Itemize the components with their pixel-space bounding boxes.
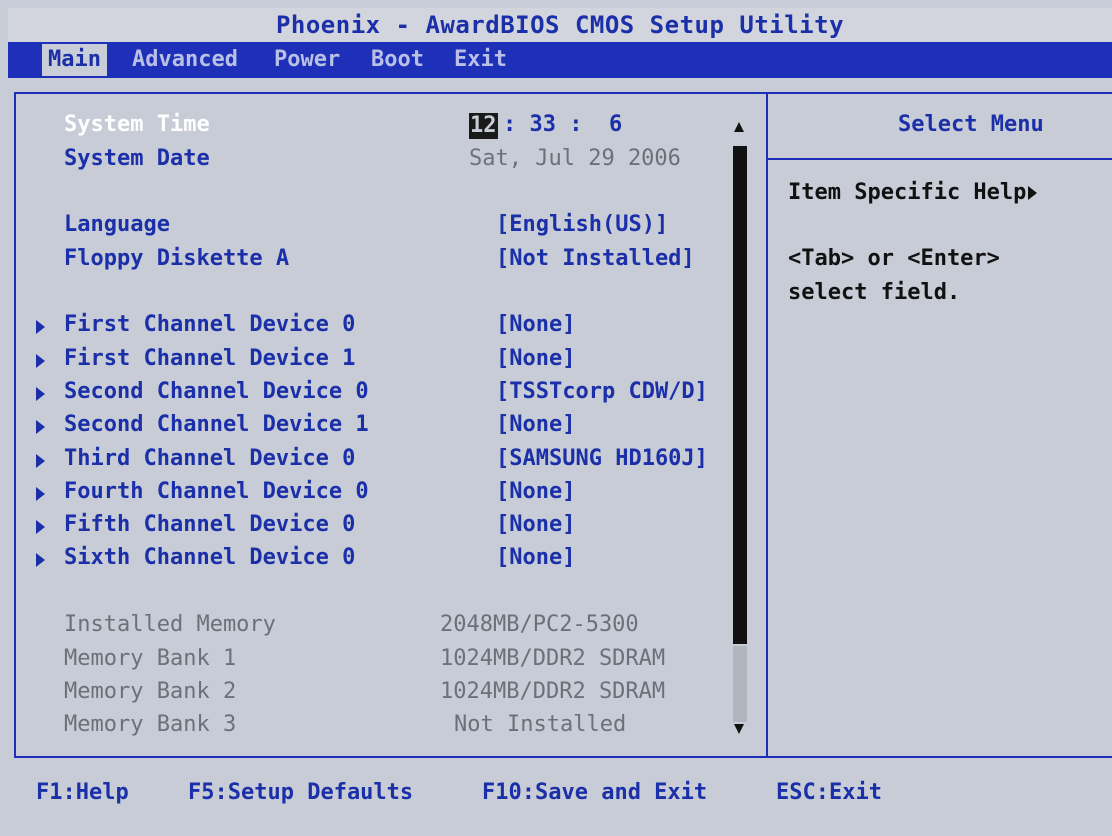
floppy-label[interactable]: Floppy Diskette A — [64, 246, 289, 271]
device-label[interactable]: Second Channel Device 1 — [64, 412, 369, 437]
footer-save-exit[interactable]: F10:Save and Exit — [482, 780, 707, 805]
footer-bar: F1:Help F5:Setup Defaults F10:Save and E… — [8, 770, 1112, 836]
help-line-1: <Tab> or <Enter> — [788, 246, 1000, 271]
item-help-title: Item Specific Help — [788, 180, 1038, 205]
device-value[interactable]: [None] — [496, 545, 575, 570]
footer-exit[interactable]: ESC:Exit — [776, 780, 882, 805]
title-bar: Phoenix - AwardBIOS CMOS Setup Utility — [8, 8, 1112, 42]
system-date-value[interactable]: Sat, Jul 29 2006 — [469, 146, 681, 171]
scrollbar-thumb[interactable] — [733, 146, 747, 644]
help-divider — [768, 158, 1112, 160]
memory-label: Memory Bank 2 — [64, 679, 237, 704]
device-value[interactable]: [SAMSUNG HD160J] — [496, 446, 708, 471]
device-value[interactable]: [None] — [496, 412, 575, 437]
device-value[interactable]: [TSSTcorp CDW/D] — [496, 379, 708, 404]
submenu-arrow-icon — [36, 354, 45, 368]
submenu-arrow-icon — [36, 454, 45, 468]
submenu-arrow-icon — [36, 420, 45, 434]
item-help-text: Item Specific Help — [788, 180, 1027, 205]
language-value[interactable]: [English(US)] — [496, 212, 668, 237]
memory-value: Not Installed — [454, 712, 627, 737]
memory-value: 2048MB/PC2-5300 — [440, 612, 639, 637]
memory-value: 1024MB/DDR2 SDRAM — [440, 646, 666, 671]
floppy-value[interactable]: [Not Installed] — [496, 246, 695, 271]
menu-power[interactable]: Power — [268, 44, 346, 76]
memory-value: 1024MB/DDR2 SDRAM — [440, 679, 666, 704]
scroll-up-icon[interactable] — [734, 122, 744, 132]
device-value[interactable]: [None] — [496, 512, 575, 537]
system-date-label[interactable]: System Date — [64, 146, 210, 171]
submenu-arrow-icon — [36, 487, 45, 501]
device-value[interactable]: [None] — [496, 346, 575, 371]
submenu-arrow-icon — [36, 520, 45, 534]
device-label[interactable]: First Channel Device 1 — [64, 346, 355, 371]
help-header: Select Menu — [898, 112, 1044, 137]
time-rest-field[interactable]: : 33 : 6 — [503, 112, 622, 137]
device-label[interactable]: First Channel Device 0 — [64, 312, 355, 337]
app-title: Phoenix - AwardBIOS CMOS Setup Utility — [275, 11, 845, 39]
menu-exit[interactable]: Exit — [448, 44, 513, 76]
device-label[interactable]: Third Channel Device 0 — [64, 446, 355, 471]
system-time-label[interactable]: System Time — [64, 112, 210, 137]
menu-bar: Main Advanced Power Boot Exit — [8, 42, 1112, 78]
device-label[interactable]: Fifth Channel Device 0 — [64, 512, 355, 537]
device-label[interactable]: Second Channel Device 0 — [64, 379, 369, 404]
submenu-arrow-icon — [36, 553, 45, 567]
memory-label: Memory Bank 1 — [64, 646, 237, 671]
menu-boot[interactable]: Boot — [365, 44, 430, 76]
memory-label: Memory Bank 3 — [64, 712, 237, 737]
footer-defaults[interactable]: F5:Setup Defaults — [188, 780, 413, 805]
submenu-arrow-icon — [36, 320, 45, 334]
memory-label: Installed Memory — [64, 612, 276, 637]
footer-help[interactable]: F1:Help — [36, 780, 129, 805]
submenu-arrow-icon — [36, 387, 45, 401]
menu-advanced[interactable]: Advanced — [126, 44, 244, 76]
bios-screen: Phoenix - AwardBIOS CMOS Setup Utility M… — [0, 0, 1112, 836]
menu-main[interactable]: Main — [42, 44, 107, 76]
device-label[interactable]: Sixth Channel Device 0 — [64, 545, 355, 570]
help-arrow-icon — [1028, 186, 1038, 200]
device-value[interactable]: [None] — [496, 312, 575, 337]
scrollbar-track[interactable] — [733, 646, 747, 722]
help-line-2: select field. — [788, 280, 961, 305]
language-label[interactable]: Language — [64, 212, 170, 237]
time-hour-field[interactable]: 12 — [469, 113, 498, 139]
scroll-down-icon[interactable] — [734, 724, 744, 734]
device-value[interactable]: [None] — [496, 479, 575, 504]
device-label[interactable]: Fourth Channel Device 0 — [64, 479, 369, 504]
